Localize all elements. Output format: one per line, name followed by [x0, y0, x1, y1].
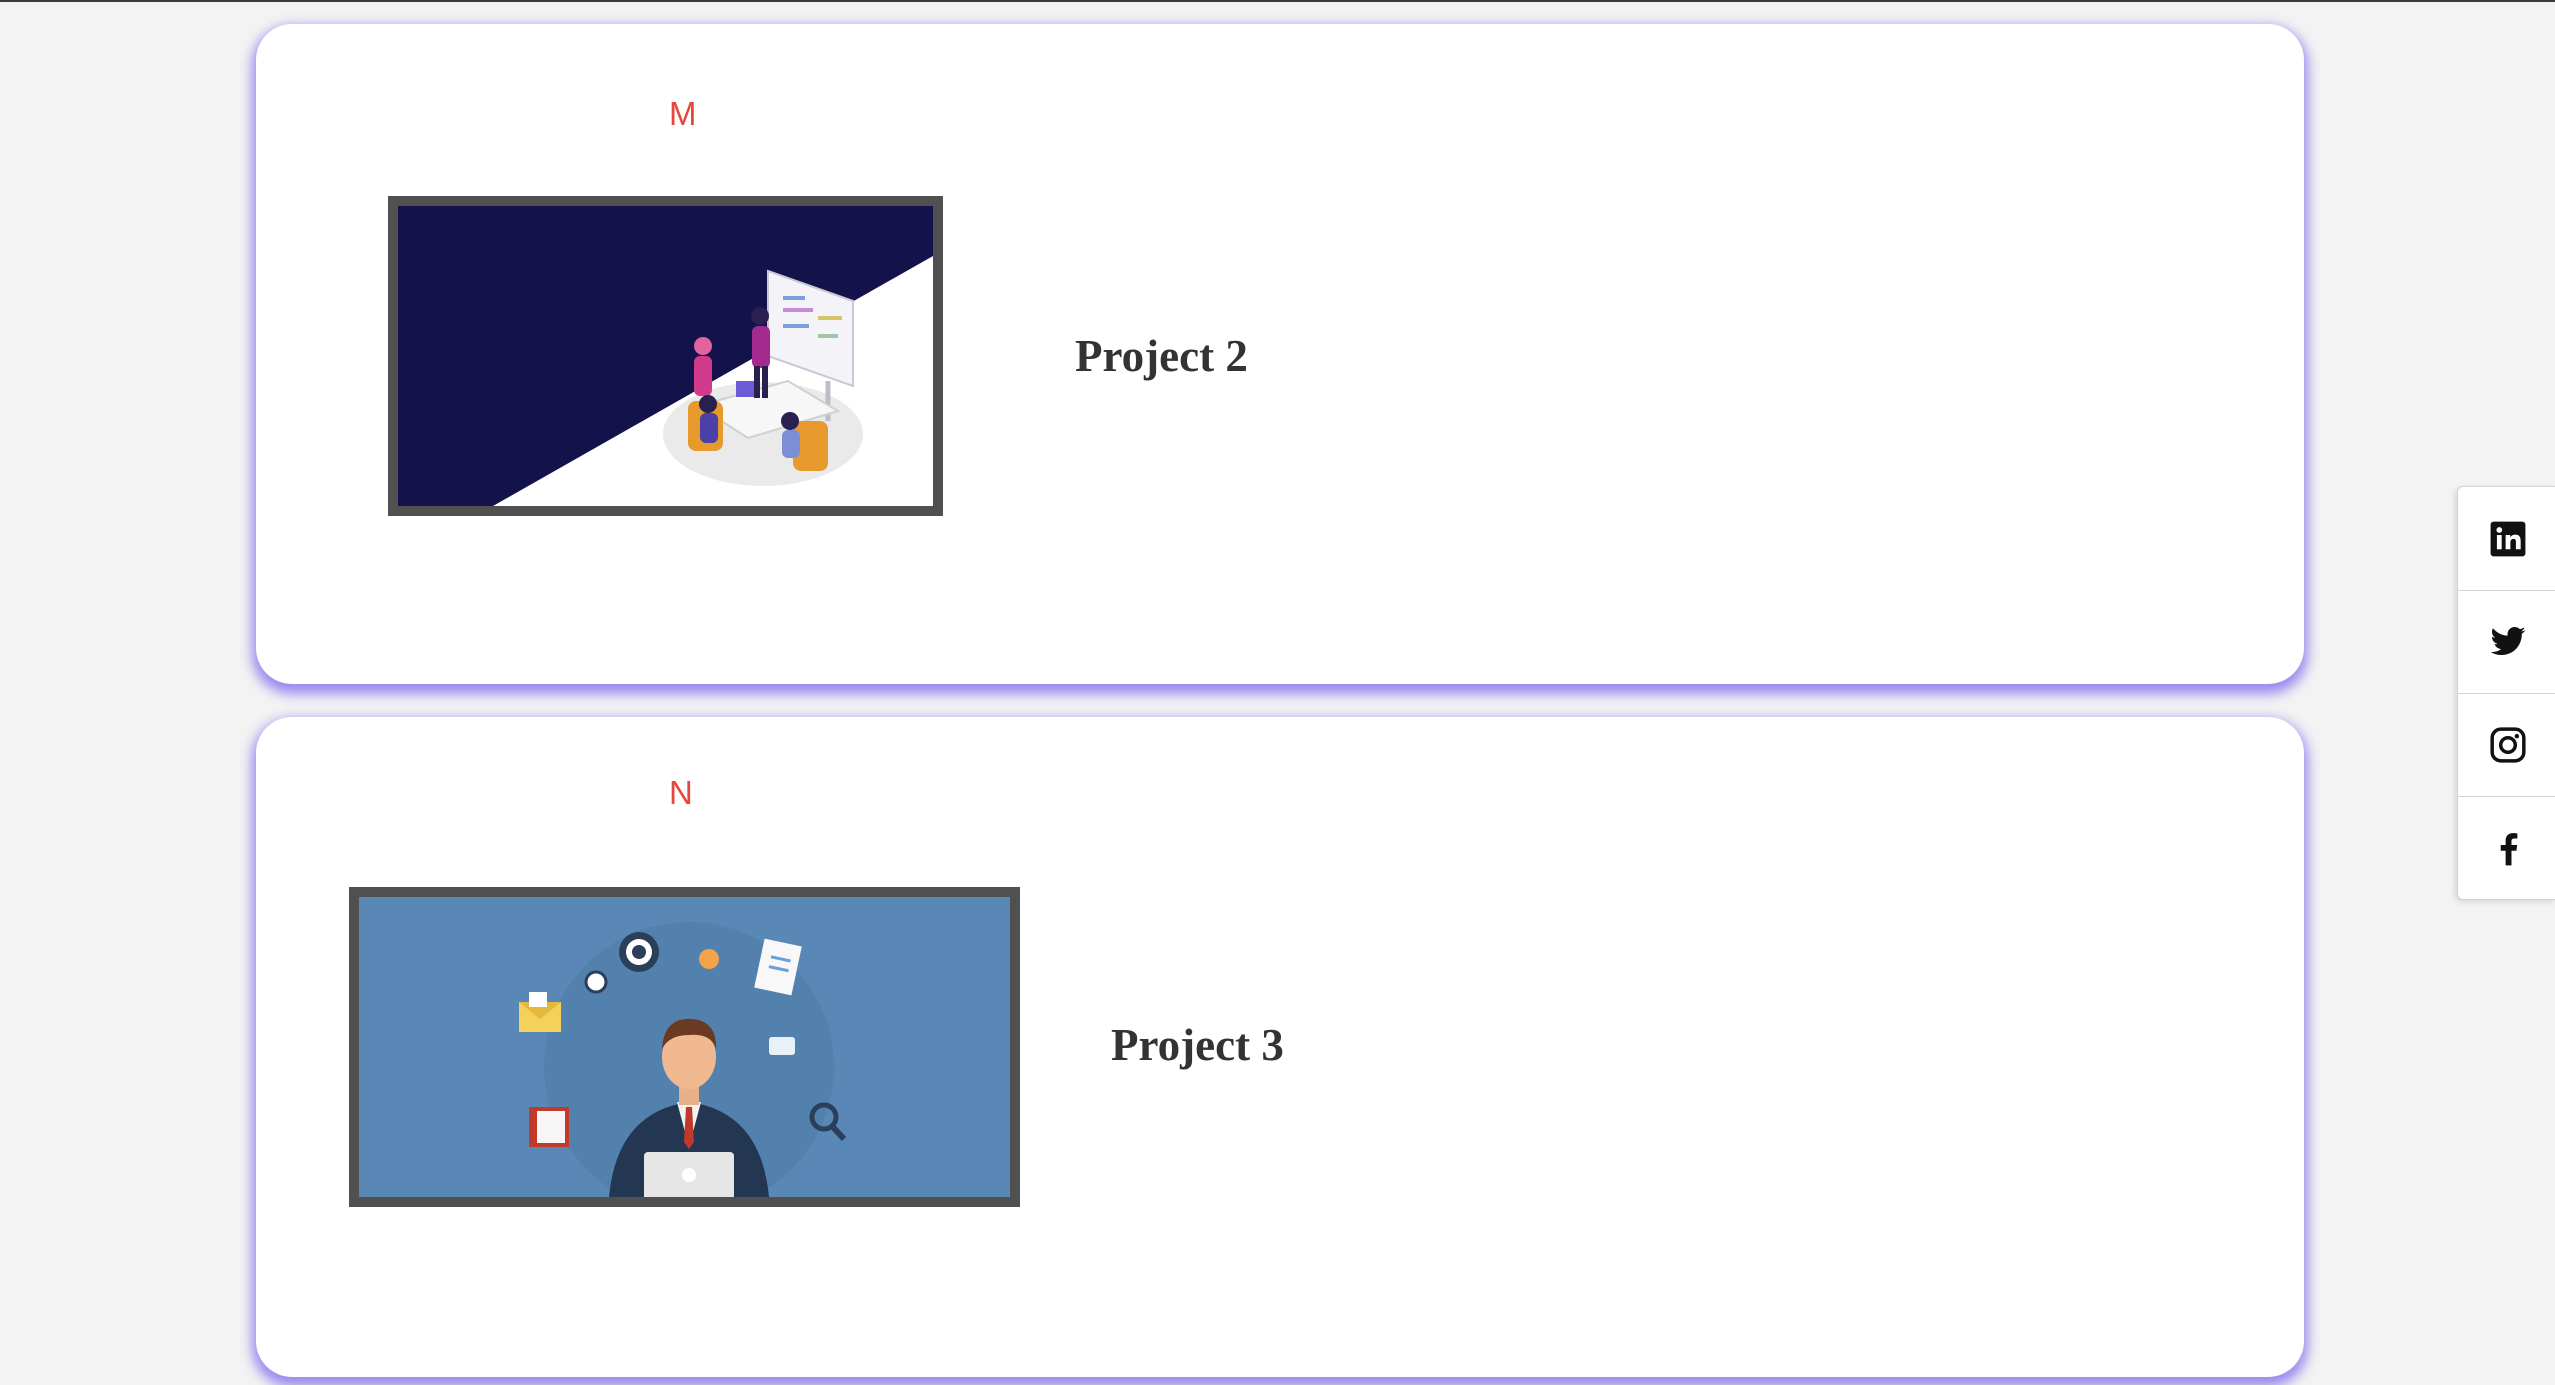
- facebook-icon: [2500, 833, 2518, 866]
- project-title: Project 2: [1075, 331, 1248, 381]
- linkedin-icon: [2490, 521, 2526, 556]
- project-card: N Project 3: [256, 717, 2304, 1377]
- team-meeting-illustration-icon: [398, 206, 933, 506]
- instagram-icon: [2490, 727, 2526, 763]
- project-card: M Project 2: [256, 24, 2304, 684]
- project-title: Project 3: [1111, 1020, 1284, 1070]
- project-image[interactable]: [388, 196, 943, 516]
- social-sidebar: [2457, 486, 2555, 900]
- facebook-link[interactable]: [2458, 796, 2555, 899]
- twitter-icon: [2490, 626, 2526, 655]
- linkedin-link[interactable]: [2458, 487, 2555, 590]
- business-man-with-laptop-illustration-icon: [359, 897, 1010, 1197]
- twitter-link[interactable]: [2458, 590, 2555, 693]
- project-image[interactable]: [349, 887, 1020, 1207]
- project-letter: N: [669, 774, 693, 811]
- instagram-link[interactable]: [2458, 693, 2555, 796]
- project-letter: M: [669, 95, 697, 132]
- top-border: [0, 0, 2555, 2]
